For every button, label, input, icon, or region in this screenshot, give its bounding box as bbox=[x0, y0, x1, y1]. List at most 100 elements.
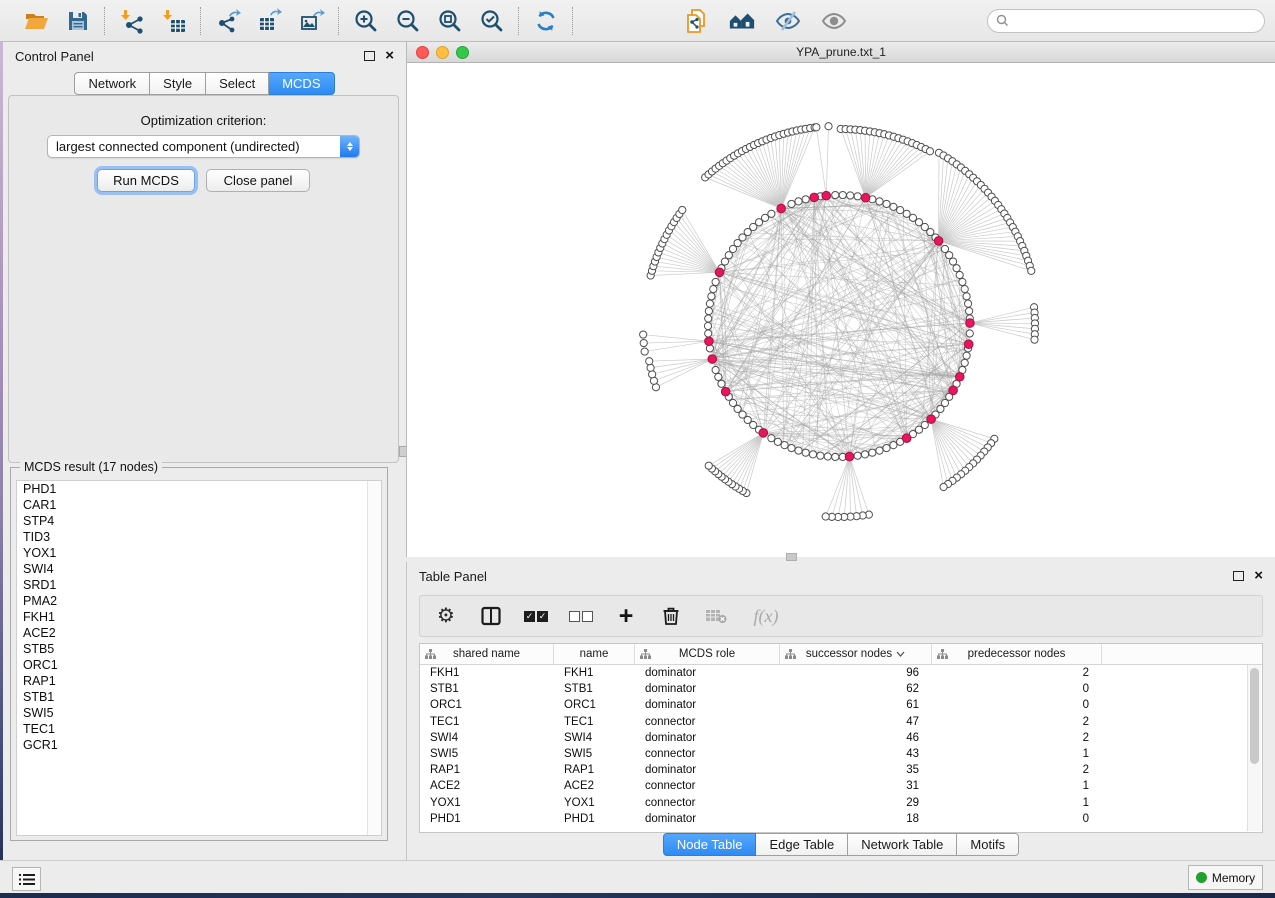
graph-leaf-node[interactable] bbox=[640, 331, 647, 338]
close-panel-icon[interactable]: × bbox=[385, 51, 394, 61]
graph-node[interactable] bbox=[832, 191, 839, 198]
mcds-result-item[interactable]: YOX1 bbox=[17, 545, 381, 561]
hide-selected-icon[interactable] bbox=[774, 7, 802, 35]
close-table-panel-icon[interactable]: × bbox=[1254, 571, 1263, 581]
graph-node[interactable] bbox=[795, 198, 802, 205]
column-header-predecessor-nodes[interactable]: predecessor nodes bbox=[932, 644, 1102, 664]
graph-hub-node[interactable] bbox=[708, 355, 717, 364]
table-row[interactable]: ACE2ACE2connector311 bbox=[420, 778, 1262, 794]
table-row[interactable]: STB1STB1dominator620 bbox=[420, 681, 1262, 697]
zoom-out-icon[interactable] bbox=[394, 7, 422, 35]
mcds-result-item[interactable]: GCR1 bbox=[17, 737, 381, 753]
graph-hub-node[interactable] bbox=[964, 340, 973, 349]
graph-leaf-node[interactable] bbox=[1031, 336, 1038, 343]
graph-node[interactable] bbox=[959, 278, 966, 285]
graph-node[interactable] bbox=[712, 278, 719, 285]
graph-leaf-node[interactable] bbox=[926, 148, 933, 155]
mcds-result-item[interactable]: SWI5 bbox=[17, 705, 381, 721]
graph-node[interactable] bbox=[704, 322, 711, 329]
graph-node[interactable] bbox=[795, 447, 802, 454]
graph-leaf-node[interactable] bbox=[940, 483, 947, 490]
graph-node[interactable] bbox=[788, 444, 795, 451]
graph-node[interactable] bbox=[824, 453, 831, 460]
export-image-icon[interactable] bbox=[298, 7, 326, 35]
graph-node[interactable] bbox=[839, 191, 846, 198]
graph-node[interactable] bbox=[963, 352, 970, 359]
graph-node[interactable] bbox=[890, 203, 897, 210]
graph-hub-node[interactable] bbox=[902, 434, 911, 443]
graph-node[interactable] bbox=[963, 293, 970, 300]
graph-node[interactable] bbox=[710, 285, 717, 292]
graph-node[interactable] bbox=[715, 373, 722, 380]
graph-node[interactable] bbox=[708, 293, 715, 300]
tab-network-table[interactable]: Network Table bbox=[848, 833, 957, 856]
table-scrollbar-thumb[interactable] bbox=[1250, 668, 1259, 764]
graph-node[interactable] bbox=[802, 449, 809, 456]
mcds-result-item[interactable]: PHD1 bbox=[17, 481, 381, 497]
graph-hub-node[interactable] bbox=[949, 386, 958, 395]
float-panel-icon[interactable] bbox=[364, 51, 375, 61]
delete-selected-icon[interactable] bbox=[659, 604, 683, 628]
graph-leaf-node[interactable] bbox=[649, 371, 656, 378]
tab-network[interactable]: Network bbox=[74, 72, 150, 95]
table-row[interactable]: SWI5SWI5connector431 bbox=[420, 746, 1262, 762]
graph-leaf-node[interactable] bbox=[641, 348, 648, 355]
table-settings-icon[interactable]: ⚙ bbox=[434, 604, 458, 628]
graph-node[interactable] bbox=[876, 198, 883, 205]
horizontal-splitter-handle[interactable] bbox=[786, 553, 797, 561]
first-neighbors-icon[interactable] bbox=[728, 7, 756, 35]
save-session-icon[interactable] bbox=[64, 7, 92, 35]
graph-hub-node[interactable] bbox=[705, 337, 714, 346]
table-scrollbar[interactable] bbox=[1247, 665, 1261, 831]
graph-node[interactable] bbox=[883, 444, 890, 451]
graph-node[interactable] bbox=[897, 207, 904, 214]
graph-leaf-node[interactable] bbox=[813, 124, 820, 131]
mcds-result-item[interactable]: STB1 bbox=[17, 689, 381, 705]
select-all-icon[interactable]: ✓✓ bbox=[524, 604, 548, 628]
close-panel-button[interactable]: Close panel bbox=[206, 169, 310, 192]
memory-button[interactable]: Memory bbox=[1188, 865, 1263, 890]
run-mcds-button[interactable]: Run MCDS bbox=[97, 169, 195, 192]
mcds-result-item[interactable]: TID3 bbox=[17, 529, 381, 545]
import-table-icon[interactable] bbox=[160, 7, 188, 35]
mcds-result-item[interactable]: STB5 bbox=[17, 641, 381, 657]
zoom-in-icon[interactable] bbox=[352, 7, 380, 35]
graph-node[interactable] bbox=[861, 451, 868, 458]
table-row[interactable]: YOX1YOX1connector291 bbox=[420, 795, 1262, 811]
graph-node[interactable] bbox=[953, 265, 960, 272]
graph-node[interactable] bbox=[966, 330, 973, 337]
graph-hub-node[interactable] bbox=[715, 268, 724, 277]
column-header-shared-name[interactable]: shared name bbox=[420, 644, 554, 664]
tab-motifs[interactable]: Motifs bbox=[957, 833, 1019, 856]
graph-node[interactable] bbox=[832, 453, 839, 460]
open-file-icon[interactable] bbox=[22, 7, 50, 35]
column-header-mcds-role[interactable]: MCDS role bbox=[635, 644, 780, 664]
graph-node[interactable] bbox=[876, 447, 883, 454]
graph-hub-node[interactable] bbox=[955, 372, 964, 381]
search-box[interactable] bbox=[987, 9, 1265, 33]
graph-node[interactable] bbox=[768, 210, 775, 217]
mcds-result-item[interactable]: SWI4 bbox=[17, 561, 381, 577]
export-table-icon[interactable] bbox=[256, 7, 284, 35]
tab-style[interactable]: Style bbox=[150, 72, 206, 95]
mcds-result-item[interactable]: RAP1 bbox=[17, 673, 381, 689]
tab-mcds[interactable]: MCDS bbox=[269, 72, 334, 95]
graph-hub-node[interactable] bbox=[721, 387, 730, 396]
graph-node[interactable] bbox=[883, 200, 890, 207]
graph-node[interactable] bbox=[774, 438, 781, 445]
graph-node[interactable] bbox=[802, 196, 809, 203]
graph-node[interactable] bbox=[966, 307, 973, 314]
graph-node[interactable] bbox=[768, 435, 775, 442]
graph-node[interactable] bbox=[961, 285, 968, 292]
graph-node[interactable] bbox=[706, 300, 713, 307]
mcds-result-item[interactable]: SRD1 bbox=[17, 577, 381, 593]
graph-node[interactable] bbox=[964, 300, 971, 307]
graph-node[interactable] bbox=[712, 366, 719, 373]
column-header-successor-nodes[interactable]: successor nodes bbox=[780, 644, 932, 664]
graph-node[interactable] bbox=[788, 200, 795, 207]
graph-node[interactable] bbox=[705, 315, 712, 322]
graph-node[interactable] bbox=[854, 193, 861, 200]
graph-leaf-node[interactable] bbox=[679, 206, 686, 213]
graph-node[interactable] bbox=[946, 252, 953, 259]
new-network-from-selection-icon[interactable] bbox=[682, 7, 710, 35]
